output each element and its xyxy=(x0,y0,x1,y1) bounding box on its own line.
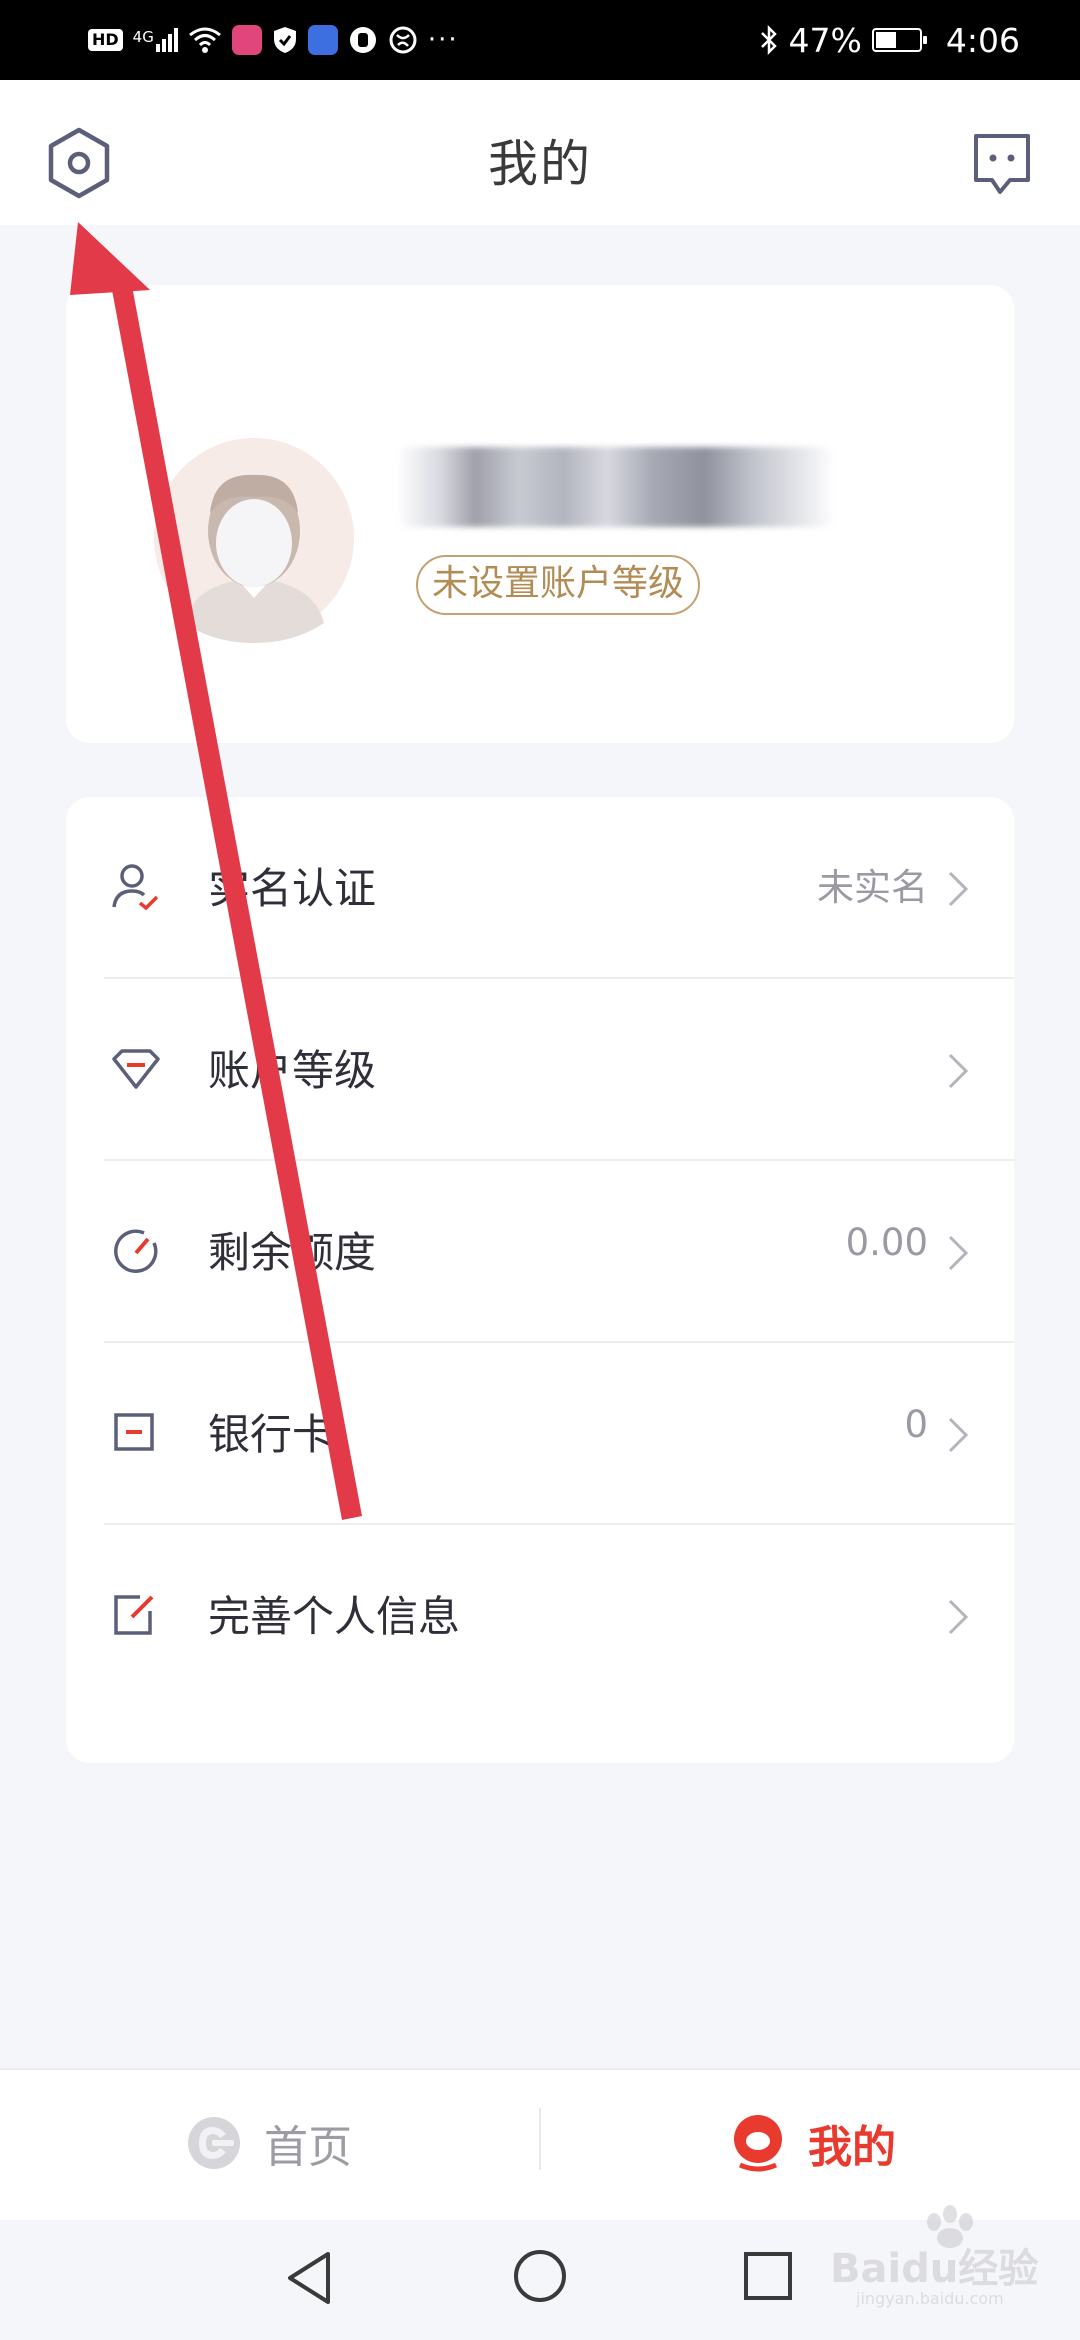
menu-item-value: 未实名 xyxy=(817,866,928,909)
menu-item-personal-info[interactable]: 完善个人信息 xyxy=(66,1525,1014,1707)
menu-item-bank-card[interactable]: 银行卡 0 xyxy=(66,1343,1014,1525)
menu-item-value: 0 xyxy=(904,1403,928,1446)
chevron-right-icon xyxy=(948,1417,969,1453)
status-bar-left: HD 4G ··· xyxy=(88,25,459,55)
bank-card-icon xyxy=(114,1413,154,1451)
home-tab-icon xyxy=(188,2117,240,2169)
message-icon xyxy=(974,134,1030,194)
user-avatar-icon xyxy=(154,438,354,643)
status-bar: HD 4G ··· 47% 4:06 xyxy=(0,0,1080,80)
id-verify-icon xyxy=(112,864,159,911)
tab-divider xyxy=(539,2108,541,2170)
music-app-icon xyxy=(307,25,338,55)
gauge-icon xyxy=(114,1229,158,1273)
tab-home[interactable]: 首页 xyxy=(186,2108,352,2178)
signal-icon: 4G xyxy=(133,28,178,52)
watermark-text: Baidu经验 xyxy=(830,2246,1038,2292)
menu-item-label: 银行卡 xyxy=(208,1410,335,1459)
account-level-badge[interactable]: 未设置账户等级 xyxy=(416,555,701,615)
tab-label: 我的 xyxy=(808,2122,896,2173)
bluetooth-icon xyxy=(760,24,777,56)
back-icon[interactable] xyxy=(282,2248,338,2308)
menu-card: 实名认证 未实名 账户等级 剩余额度 0.00 银行卡 0 完善个人信息 xyxy=(66,797,1014,1763)
chevron-right-icon xyxy=(948,871,969,907)
menu-item-label: 账户等级 xyxy=(208,1046,377,1095)
network-type: 4G xyxy=(132,28,154,46)
hand-icon xyxy=(349,27,376,53)
menu-item-label: 剩余额度 xyxy=(208,1228,377,1277)
menu-item-label: 实名认证 xyxy=(208,864,377,913)
battery-icon xyxy=(871,28,927,52)
recent-apps-icon[interactable] xyxy=(742,2250,794,2302)
menu-item-remaining-limit[interactable]: 剩余额度 0.00 xyxy=(66,1161,1014,1343)
avatar[interactable] xyxy=(154,433,354,643)
wifi-icon xyxy=(188,27,221,53)
diamond-icon xyxy=(112,1049,160,1089)
username-redacted xyxy=(396,447,836,527)
app-notification-icon xyxy=(231,25,262,55)
tab-label: 首页 xyxy=(264,2122,352,2173)
clock: 4:06 xyxy=(945,20,1020,60)
app-header: 我的 xyxy=(0,80,1080,225)
globe-icon xyxy=(389,26,417,54)
menu-item-label: 完善个人信息 xyxy=(208,1592,461,1641)
page-title: 我的 xyxy=(488,135,592,193)
mine-tab-icon xyxy=(734,2115,782,2172)
baidu-watermark-logo: Baidu经验 jingyan.baidu.com xyxy=(830,2205,1038,2308)
battery-fill xyxy=(875,32,896,48)
message-button[interactable] xyxy=(962,124,1040,202)
battery-percent: 47% xyxy=(788,20,862,60)
shield-icon xyxy=(273,27,296,53)
chevron-right-icon xyxy=(948,1599,969,1635)
chevron-right-icon xyxy=(948,1053,969,1089)
watermark-subtext: jingyan.baidu.com xyxy=(855,2289,1004,2308)
menu-item-account-level[interactable]: 账户等级 xyxy=(66,979,1014,1161)
hd-indicator: HD xyxy=(88,29,123,51)
menu-item-value: 0.00 xyxy=(845,1221,928,1264)
tab-mine[interactable]: 我的 xyxy=(730,2108,896,2178)
home-circle-icon[interactable] xyxy=(512,2248,568,2304)
menu-item-real-name[interactable]: 实名认证 未实名 xyxy=(66,797,1014,979)
chevron-right-icon xyxy=(948,1235,969,1271)
more-indicators: ··· xyxy=(427,25,459,55)
edit-icon xyxy=(114,1595,154,1635)
bottom-tab-bar: 首页 我的 xyxy=(0,2068,1080,2220)
profile-card[interactable]: 未设置账户等级 xyxy=(66,285,1014,743)
status-bar-right: 47% 4:06 xyxy=(759,21,1020,60)
